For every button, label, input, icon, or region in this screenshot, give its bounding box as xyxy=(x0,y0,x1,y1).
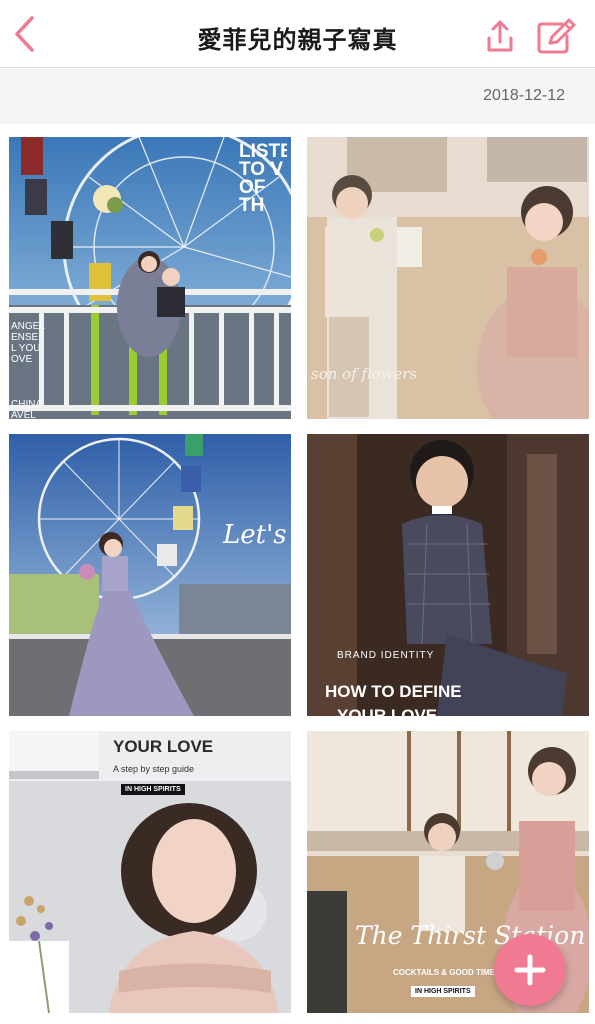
photo-thumbnail[interactable]: Let's xyxy=(9,434,291,716)
photo-headline: YOUR LOVE xyxy=(113,737,214,756)
plus-icon xyxy=(514,954,546,986)
nav-bar: 愛菲兒的親子寫真 xyxy=(0,0,595,68)
photo-badge: IN HIGH SPIRITS xyxy=(121,784,185,795)
photo-caption: son of flowers xyxy=(311,365,418,383)
share-button[interactable] xyxy=(480,16,520,56)
photo-badge: IN HIGH SPIRITS xyxy=(411,986,475,997)
add-photo-button[interactable] xyxy=(494,934,566,1006)
photo-headline: HOW TO DEFINE xyxy=(325,682,462,701)
share-upload-icon xyxy=(487,20,513,52)
overlay-line: OF TH xyxy=(239,177,266,215)
photo-script-title: Let's xyxy=(223,520,287,550)
photo-subtitle: COCKTAILS & GOOD TIMES xyxy=(393,968,501,977)
edit-pencil-icon xyxy=(537,18,576,54)
photo-image xyxy=(307,434,589,716)
photo-thumbnail[interactable]: LISTEN TO V OF TH ANGEL ENSE L YOU OVE C… xyxy=(9,137,291,419)
photo-subtitle: A step by step guide xyxy=(113,764,195,774)
photo-image xyxy=(9,434,291,716)
album-date: 2018-12-12 xyxy=(483,87,565,104)
side-line: L YOU xyxy=(11,343,41,354)
photo-thumbnail[interactable]: son of flowers xyxy=(307,137,589,419)
side-line: OVE xyxy=(11,354,33,365)
photo-kicker: BRAND IDENTITY xyxy=(337,650,435,661)
side-line: AVEL xyxy=(11,410,36,419)
photo-headline-2: YOUR LOVE xyxy=(337,706,438,716)
photo-overlay-text: LISTEN TO V OF TH xyxy=(239,143,287,215)
album-date-bar: 2018-12-12 xyxy=(0,69,595,124)
side-line: ANGEL xyxy=(11,321,45,332)
edit-button[interactable] xyxy=(534,16,578,56)
photo-thumbnail[interactable]: BRAND IDENTITY HOW TO DEFINE YOUR LOVE xyxy=(307,434,589,716)
side-line: CHINA xyxy=(11,399,43,410)
side-line: ENSE xyxy=(11,332,39,343)
photo-side-text: ANGEL ENSE L YOU OVE CHINA AVEL xyxy=(11,321,45,419)
photo-thumbnail[interactable]: YOUR LOVE A step by step guide IN HIGH S… xyxy=(9,731,291,1013)
